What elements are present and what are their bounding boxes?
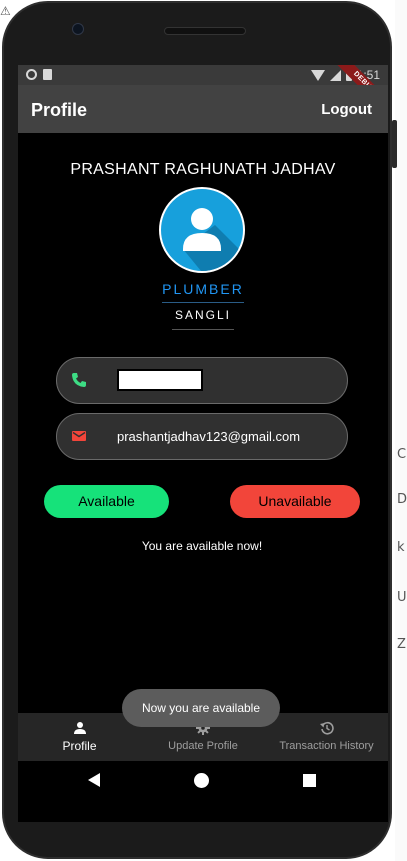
home-icon[interactable] (194, 773, 209, 788)
app-screen: 1:51 DEBUG Profile Logout PRASHANT RAGHU… (18, 65, 388, 822)
profile-role: PLUMBER (162, 281, 244, 297)
phone-field (56, 357, 348, 404)
volume-button (392, 120, 397, 168)
system-nav-bar (18, 761, 388, 822)
person-avatar-icon (183, 208, 243, 271)
ide-side-char: C (397, 447, 407, 462)
page-title: Profile (31, 100, 88, 120)
ide-side-char: D (397, 492, 407, 507)
avatar (159, 187, 245, 273)
recents-icon[interactable] (303, 774, 316, 787)
nav-item-label: Update Profile (168, 740, 238, 752)
profile-name: PRASHANT RAGHUNATH JADHAV (70, 161, 336, 178)
email-icon (72, 431, 86, 441)
phone-value (117, 369, 203, 391)
nav-item-label: Profile (62, 739, 97, 753)
person-icon (73, 722, 86, 734)
ide-side-char: Z (397, 637, 406, 652)
email-field: prashantjadhav123@gmail.com (56, 413, 348, 460)
back-icon[interactable] (88, 773, 100, 787)
signal-icon (329, 69, 341, 81)
status-bar: 1:51 DEBUG (18, 65, 388, 120)
unavailable-button[interactable]: Unavailable (230, 485, 360, 518)
toast-message: Now you are available (122, 689, 280, 727)
warning-icon: ⚠ (0, 4, 11, 18)
history-icon (319, 721, 334, 735)
sd-card-icon (43, 69, 52, 80)
nav-item-label: Transaction History (279, 740, 374, 752)
logout-button[interactable]: Logout (321, 101, 372, 118)
ide-side-char: U (397, 590, 407, 605)
profile-city: SANGLI (174, 308, 231, 322)
nav-item-transaction-history[interactable]: Transaction History (265, 713, 388, 761)
notification-icon (26, 69, 37, 80)
earpiece-speaker (164, 27, 246, 35)
city-divider (172, 329, 234, 330)
ide-side-char: k (397, 540, 405, 555)
nav-item-profile[interactable]: Profile (18, 713, 141, 761)
phone-icon (72, 373, 86, 387)
role-divider (162, 302, 244, 303)
wifi-icon (310, 69, 325, 81)
front-camera (72, 23, 84, 35)
available-button[interactable]: Available (44, 485, 169, 518)
availability-status-text: You are available now! (141, 539, 263, 553)
email-value: prashantjadhav123@gmail.com (117, 429, 301, 444)
device-frame: 1:51 DEBUG Profile Logout PRASHANT RAGHU… (2, 1, 392, 859)
app-bar: Profile Logout (18, 85, 388, 133)
